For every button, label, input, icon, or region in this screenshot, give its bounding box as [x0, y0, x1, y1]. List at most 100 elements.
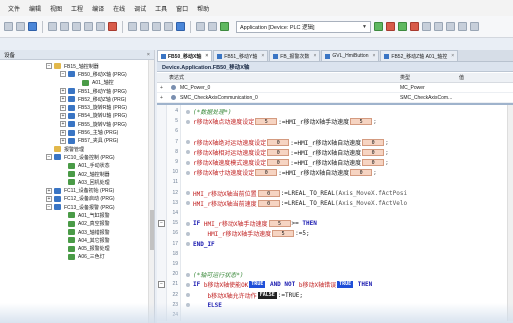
online-value-false[interactable]: FALSE — [257, 291, 277, 299]
find-icon[interactable] — [128, 22, 137, 31]
editor-tab[interactable]: GVL_HmiButton × — [321, 50, 380, 61]
statement-marker-icon[interactable] — [186, 293, 190, 298]
variable-ref[interactable]: r移动X轴相对运动速度设定 — [193, 148, 266, 157]
copy-icon[interactable] — [84, 22, 93, 31]
statement-marker-icon[interactable] — [186, 303, 190, 308]
tree-item[interactable]: A03_回机处理 — [0, 178, 154, 186]
online-value-true[interactable]: TRUE — [337, 281, 354, 289]
breakpoint-gutter[interactable] — [157, 105, 167, 321]
statement-marker-icon[interactable] — [186, 150, 190, 155]
close-icon[interactable]: × — [451, 53, 454, 59]
expand-icon[interactable]: + — [60, 137, 66, 144]
statement-marker-icon[interactable] — [186, 140, 190, 145]
online-value[interactable]: 5 — [255, 118, 278, 126]
tree-item[interactable]: A04_其它报警 — [0, 236, 154, 244]
reset-icon[interactable] — [422, 22, 431, 31]
layout-icon[interactable] — [208, 22, 217, 31]
statement-marker-icon[interactable] — [186, 170, 190, 175]
tree-item[interactable]: A02_真空报警 — [0, 220, 154, 228]
variable-ref[interactable]: HMI_r移动X轴手动速度 — [207, 229, 271, 238]
redo-icon[interactable] — [60, 22, 69, 31]
code-line[interactable]: IF b移动X轴使能OK TRUE AND NOT b移动X轴错误 TRUE THE… — [186, 280, 372, 289]
online-value[interactable]: 0 — [362, 148, 385, 156]
tree-item[interactable]: − FB15_轴控制器 — [0, 62, 154, 70]
tree-item[interactable]: A01_轴控 — [0, 79, 154, 87]
grid-icon[interactable] — [196, 22, 205, 31]
replace-icon[interactable] — [140, 22, 149, 31]
code-line[interactable]: r移动X轴绝对运动速度设定 0:=HMI_r移动X轴自动速度 0; — [186, 138, 389, 147]
online-value[interactable]: 0 — [255, 169, 278, 177]
online-value[interactable]: 0 — [362, 159, 385, 166]
statement-marker-icon[interactable] — [186, 109, 190, 114]
statement-marker-icon[interactable] — [186, 231, 190, 236]
bookmark-icon[interactable] — [152, 22, 161, 31]
tree-scrollbar-thumb[interactable] — [150, 210, 154, 250]
statement-marker-icon[interactable] — [186, 201, 190, 206]
code-line[interactable]: END_IF — [186, 240, 215, 249]
variable-ref[interactable]: HMI_r移动X轴当前速度 — [193, 199, 257, 208]
tree-item[interactable]: A01_手动状态 — [0, 162, 154, 170]
tree-item[interactable]: + FC11_设备初始 (PRG) — [0, 186, 154, 194]
online-value[interactable]: 0 — [267, 138, 290, 146]
statement-marker-icon[interactable] — [186, 272, 190, 277]
step-into-icon[interactable] — [458, 22, 467, 31]
expand-icon[interactable]: + — [160, 85, 163, 91]
variable-ref[interactable]: b移动X轴使能OK — [204, 280, 248, 289]
code-scrollbar[interactable] — [507, 105, 513, 321]
table-row[interactable]: + MC_Power_0 MC_Power — [157, 83, 513, 93]
statement-marker-icon[interactable] — [186, 282, 190, 287]
collapse-icon[interactable]: − — [46, 63, 52, 70]
expand-icon[interactable]: + — [60, 112, 66, 119]
online-value[interactable]: 5 — [268, 220, 291, 228]
start-icon[interactable] — [398, 22, 407, 31]
code-line[interactable]: (*轴可运行状态*) — [186, 270, 243, 279]
editor-tab[interactable]: FB51_移动Y轴 × — [213, 50, 269, 61]
expand-icon[interactable]: + — [46, 195, 52, 202]
menu-item[interactable]: 工程 — [71, 4, 83, 13]
logout-icon[interactable] — [386, 22, 395, 31]
build-icon[interactable] — [164, 22, 173, 31]
rebuild-icon[interactable] — [176, 22, 185, 31]
online-value[interactable]: 0 — [267, 148, 290, 156]
tree-item[interactable]: A06_三色灯 — [0, 253, 154, 261]
code-line[interactable]: r移动X轴速度模式速度设定 0:=HMI_r移动X轴自动速度 0; — [186, 158, 389, 167]
variable-ref[interactable]: r移动X轴寸动速度设定 — [193, 168, 254, 177]
code-line[interactable]: b移动X轴允许动作 FALSE:=TRUE; — [186, 291, 303, 300]
tree-item[interactable]: A03_轴错报警 — [0, 228, 154, 236]
tree-item[interactable]: − FC10_设备控制 (PRG) — [0, 153, 154, 161]
code-line[interactable]: r移动X轴相对运动速度设定 0:=HMI_r移动X轴自动速度 0; — [186, 148, 389, 157]
variable-ref[interactable]: b移动X轴错误 — [299, 280, 336, 289]
editor-tab[interactable]: FB_报警次数 × — [269, 50, 321, 61]
tree-item[interactable]: + FB51_移动Y轴 (PRG) — [0, 87, 154, 95]
paste-icon[interactable] — [96, 22, 105, 31]
code-line[interactable]: IF HMI_r移动X轴手动速度 5 >= THEN — [186, 219, 317, 228]
online-value-true[interactable]: TRUE — [249, 281, 266, 289]
open-folder-icon[interactable] — [16, 22, 25, 31]
expand-icon[interactable]: + — [60, 88, 66, 95]
table-row[interactable]: + SMC_CheckAxisCommunication_0 SMC_Check… — [157, 93, 513, 103]
expand-icon[interactable]: + — [60, 96, 66, 103]
undo-icon[interactable] — [48, 22, 57, 31]
menu-item[interactable]: 文件 — [8, 4, 20, 13]
tree-item[interactable]: + FB52_移动Z轴 (PRG) — [0, 95, 154, 103]
step-out-icon[interactable] — [470, 22, 479, 31]
menu-item[interactable]: 窗口 — [176, 4, 188, 13]
expand-icon[interactable]: + — [160, 95, 163, 101]
online-value[interactable]: 0 — [362, 138, 385, 146]
menu-item[interactable]: 视图 — [50, 4, 62, 13]
tree-item[interactable]: + FB57_夹具 (PRG) — [0, 137, 154, 145]
statement-marker-icon[interactable] — [186, 221, 190, 226]
close-icon[interactable]: × — [261, 53, 264, 59]
save-icon[interactable] — [28, 22, 37, 31]
cut-icon[interactable] — [72, 22, 81, 31]
tree-item[interactable]: − FB50_移动X轴 (PRG) — [0, 70, 154, 78]
variable-ref[interactable]: b移动X轴允许动作 — [207, 291, 256, 300]
close-icon[interactable]: × — [205, 53, 208, 59]
collapse-icon[interactable]: − — [60, 71, 66, 78]
collapse-icon[interactable]: − — [46, 154, 52, 161]
breakpoint-icon[interactable] — [434, 22, 443, 31]
tree-item[interactable]: A01_气缸报警 — [0, 211, 154, 219]
menu-item[interactable]: 在线 — [113, 4, 125, 13]
tree-item[interactable]: + FB54_旋转U轴 (PRG) — [0, 112, 154, 120]
statement-marker-icon[interactable] — [186, 242, 190, 247]
